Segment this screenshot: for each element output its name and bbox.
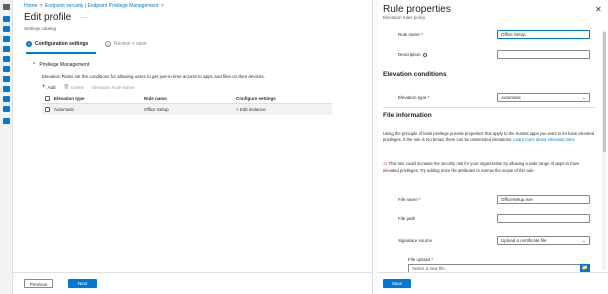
pane-subtitle: Elevation rules policy [383,15,426,20]
wizard-footer: Previous Next [13,272,372,294]
description-input[interactable] [497,50,590,59]
select-all-checkbox[interactable] [45,96,50,101]
pane-scrollbar[interactable] [602,30,606,270]
more-options-button[interactable]: ... [81,13,88,20]
rule-name-input[interactable]: Office Setup [497,30,590,39]
breadcrumb-home-link[interactable]: Home [24,3,37,9]
wizard-steps: 1 Configuration settings 2 Review + save [26,41,356,54]
dashboard-icon[interactable] [3,26,10,32]
description-label-text: Description [398,52,421,57]
info-icon[interactable] [422,52,427,57]
step-label: Configuration settings [35,41,89,47]
elevation-type-value: Automatic [501,95,522,100]
rule-name-cell: Office Setup [144,107,169,112]
add-icon: + [42,84,46,90]
users-icon[interactable] [3,86,10,92]
column-header: Configure settings [236,96,276,101]
file-upload-label: File upload * [408,257,434,262]
warning-text: This rule could increase the security ri… [383,161,580,173]
description-label: Description [398,52,427,57]
close-icon[interactable]: ✕ [595,5,602,14]
elevation-rule-name-filter[interactable]: Elevation Rule Name [92,85,134,90]
reports-icon[interactable] [3,76,10,82]
save-button[interactable]: Save [383,279,411,288]
filter-label: Elevation Rule Name [92,84,135,90]
endpoint-security-icon[interactable] [3,66,10,72]
breadcrumb: Home > Endpoint security | Endpoint Priv… [24,3,165,9]
all-services-icon[interactable] [3,36,10,42]
troubleshooting-icon[interactable] [3,118,10,124]
delete-label: Delete [71,84,85,90]
pane-footer: Save [378,272,608,294]
scrollbar-thumb[interactable] [602,32,606,152]
elevation-conditions-heading: Elevation conditions [383,71,447,78]
apps-icon[interactable] [3,56,10,62]
step-review-save[interactable]: 2 Review + save [105,41,147,47]
breadcrumb-separator: > [39,3,43,9]
step-number: 1 [26,41,32,47]
section-title: Privilege Management [39,62,90,68]
next-button[interactable]: Next [68,279,97,288]
add-label: Add [47,84,56,90]
rule-properties-pane: Rule properties Elevation rules policy ✕… [378,0,608,294]
elevation-rules-table: Elevation type Rule name Configure setti… [42,94,332,115]
portal-nav-rail [0,0,13,294]
edit-instance-link[interactable]: + Edit instance [236,107,332,112]
step-configuration-settings[interactable]: 1 Configuration settings [26,41,88,47]
delete-button[interactable]: 🗑 Delete [64,84,85,90]
devices-icon[interactable] [3,46,10,52]
signature-source-label: Signature source [398,238,433,243]
step-label: Review + save [114,41,147,47]
rule-name-label: Rule name * [398,32,423,37]
edit-profile-pane: Home > Endpoint security | Endpoint Priv… [13,0,372,294]
elevation-type-label: Elevation type * [398,95,430,100]
chevron-down-icon: ⌄ [581,95,586,101]
security-warning: ⚠ This rule could increase the security … [383,161,595,173]
elevation-type-dropdown[interactable]: Automatic ⌄ [497,93,590,102]
trash-icon: 🗑 [63,84,70,89]
file-information-heading: File information [383,112,432,119]
tenant-admin-icon[interactable] [3,106,10,112]
file-name-label: File name * [398,197,421,202]
active-step-indicator [26,52,96,54]
table-header: Elevation type Rule name Configure setti… [42,94,332,104]
home-icon[interactable] [3,16,10,22]
breadcrumb-separator: > [160,3,164,9]
file-information-description: Using the principle of least privilege p… [383,131,595,142]
elevation-type-cell: Automatic [54,107,75,112]
learn-more-link[interactable]: Learn more about elevation rules [513,137,574,142]
table-row[interactable]: Automatic Office Setup + Edit instance [42,104,332,115]
chevron-down-icon: ⌄ [581,238,586,244]
step-number: 2 [105,41,111,47]
page-subtitle: Settings catalog [24,26,57,31]
row-checkbox[interactable] [45,107,50,112]
file-path-input[interactable] [497,214,590,223]
file-name-input[interactable]: OfficeSetup.exe [497,195,590,204]
portal-menu-icon[interactable] [3,4,10,10]
previous-button[interactable]: Previous [24,279,53,288]
chevron-up-icon: ^ [33,62,36,68]
column-header: Elevation type [54,96,85,101]
page-title: Edit profile [24,12,72,23]
signature-source-value: Upload a certificate file [501,238,547,243]
privilege-management-section-header[interactable]: ^ Privilege Management [33,62,89,68]
rules-toolbar: + Add 🗑 Delete Elevation Rule Name [42,84,135,90]
file-path-label: File path [398,216,416,221]
warning-icon: ⚠ [383,161,388,167]
signature-source-dropdown[interactable]: Upload a certificate file ⌄ [497,236,590,245]
section-description: Elevation Rules set the conditions for a… [42,74,265,79]
groups-icon[interactable] [3,96,10,102]
add-button[interactable]: + Add [42,84,56,90]
pane-title: Rule properties [383,4,451,15]
column-header: Rule name [144,96,167,101]
breadcrumb-endpoint-security-link[interactable]: Endpoint security | Endpoint Privilege M… [45,3,158,9]
divider [383,107,595,108]
